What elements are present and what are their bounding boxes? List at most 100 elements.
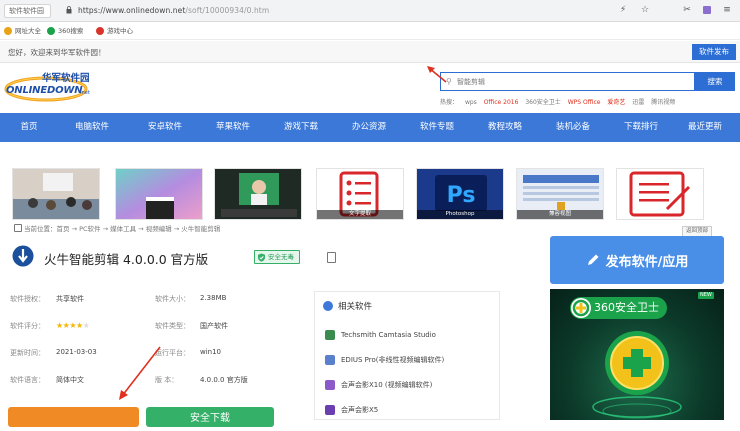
ad-360-banner[interactable]: 360安全卫士 NEW [550,289,724,420]
extension-icon[interactable] [702,5,712,15]
lock-icon [66,6,72,14]
copy-icon[interactable] [327,252,336,263]
nav-item-pc-software[interactable]: 电脑软件 [58,113,126,142]
chat-icon [323,301,333,311]
nav-label: 苹果软件 [215,122,250,132]
banner-thumbnail[interactable] [115,168,203,220]
nav-label: 软件专题 [419,122,454,132]
nav-item-apple[interactable]: 苹果软件 [204,113,262,142]
url-field[interactable]: https://www.onlinedown.net/soft/10000934… [78,6,269,15]
nav-item-office[interactable]: 办公资源 [340,113,398,142]
submit-software-button[interactable]: 软件发布 [692,44,736,60]
nav-label: 安卓软件 [147,122,182,132]
related-title-text: 相关软件 [338,302,373,312]
scissors-icon[interactable]: ✂ [682,5,692,15]
site-header: 华军软件园 ONLINEDOWN .net ⚲ 搜索 热搜： wps Offic… [0,63,740,113]
banner-thumbnail[interactable] [616,168,704,220]
nav-label: 办公资源 [351,122,386,132]
banner-thumbnail[interactable]: 兼容视图 [516,168,604,220]
software-app-icon [12,245,34,267]
info-label: 软件大小： [155,295,190,303]
bookmarks-bar: 网址大全 360搜索 游戏中心 [0,22,740,40]
menu-icon[interactable]: ≡ [722,5,732,15]
hot-words: 热搜： wps Office 2016 360安全卫士 WPS Office 爱… [440,97,740,107]
bookmark-item[interactable]: 360搜索 [47,26,83,36]
nav-item-tutorials[interactable]: 教程攻略 [476,113,534,142]
nav-item-ranking[interactable]: 下载排行 [612,113,670,142]
banner-thumbnail[interactable] [214,168,302,220]
related-item[interactable]: Techsmith Camtasia Studio [325,328,436,342]
banner-thumbnail[interactable] [12,168,100,220]
nav-label: 游戏下载 [283,122,318,132]
related-item[interactable]: 会声会影X10 (视频编辑软件) [325,378,432,392]
location-icon [14,224,22,232]
banner-thumbnail[interactable]: Ps Photoshop [416,168,504,220]
hot-word[interactable]: 迅雷 [632,99,644,106]
url-path: /soft/10000934/0.htm [185,6,270,15]
info-label: 软件授权： [10,295,45,303]
rating-stars: ★★★★★ [56,321,90,330]
shield-icon [258,253,265,262]
hot-word[interactable]: wps [465,99,477,106]
bookmark-item[interactable]: 网址大全 [4,26,41,36]
browser-address-bar: 软件软件园 https://www.onlinedown.net/soft/10… [0,0,740,22]
safe-badge-label: 安全无毒 [268,253,294,261]
browser-tab[interactable]: 软件软件园 [4,4,51,18]
thumbnail-caption: 文字提取 [317,210,403,219]
related-item-label: EDIUS Pro(非线性视频编辑软件) [341,356,445,364]
bookmark-item[interactable]: 游戏中心 [96,26,133,36]
nav-item-essentials[interactable]: 装机必备 [534,113,612,142]
thumbnail-caption: Photoshop [417,210,503,219]
related-item[interactable]: EDIUS Pro(非线性视频编辑软件) [325,353,444,367]
hot-word[interactable]: 腾讯视频 [651,99,675,106]
hot-word[interactable]: WPS Office [568,99,601,106]
360-shield-icon [592,331,682,419]
info-label: 运行平台： [155,349,190,357]
nav-item-android[interactable]: 安卓软件 [126,113,204,142]
safe-badge: 安全无毒 [254,250,300,264]
search-box[interactable]: ⚲ [440,72,695,91]
hot-word[interactable]: 爱奇艺 [607,99,625,106]
related-item[interactable]: 会声会影X5 [325,403,378,417]
banner-thumbnail[interactable]: 文字提取 [316,168,404,220]
breadcrumb-text[interactable]: 当前位置：首页 → PC软件 → 媒体工具 → 视频编辑 → 火牛智能剪辑 [24,225,220,233]
lightning-icon[interactable]: ⚡ [618,5,628,15]
related-item-label: 会声会影X10 (视频编辑软件) [341,381,433,389]
nav-item-topics[interactable]: 软件专题 [398,113,476,142]
star-icon[interactable]: ☆ [640,5,650,15]
thumbnail-image [215,169,301,219]
thumbnail-image [13,169,99,219]
bookmark-icon [4,27,12,35]
publish-software-button[interactable]: 发布软件/应用 [550,236,724,284]
nav-item-games[interactable]: 游戏下载 [262,113,340,142]
info-label: 软件评分： [10,322,45,330]
search-input[interactable] [441,73,694,90]
site-logo[interactable]: 华军软件园 ONLINEDOWN .net [4,68,100,108]
banner-row: 文字提取 Ps Photoshop 兼容视图 [12,168,730,220]
camtasia-icon [325,330,335,340]
download-button[interactable] [8,407,139,427]
bookmark-icon [96,27,104,35]
hot-word[interactable]: 360安全卫士 [525,99,560,106]
info-value: 简体中文 [56,376,84,384]
related-item-label: 会声会影X5 [341,406,379,414]
svg-text:Ps: Ps [447,183,476,208]
tab-label: 软件软件园 [9,7,44,15]
related-item-label: Techsmith Camtasia Studio [341,331,436,339]
search-button[interactable]: 搜索 [695,72,735,91]
info-label: 软件类型： [155,322,190,330]
nav-item-home[interactable]: 首页 [0,113,58,142]
thumbnail-image [116,169,202,219]
safe-download-button[interactable]: 安全下载 [146,407,274,427]
edius-icon [325,355,335,365]
info-value: 4.0.0.0 官方版 [200,376,248,384]
nav-label: 教程攻略 [487,122,522,132]
info-value: 2021-03-03 [56,348,97,356]
url-host: https://www.onlinedown.net [78,6,186,15]
star-icon: ★ [76,321,83,330]
logo-suffix-text: .net [80,90,90,96]
bookmark-label: 游戏中心 [107,27,133,35]
nav-label: 装机必备 [555,122,590,132]
hot-word[interactable]: Office 2016 [484,99,519,106]
nav-item-latest[interactable]: 最近更新 [670,113,740,142]
